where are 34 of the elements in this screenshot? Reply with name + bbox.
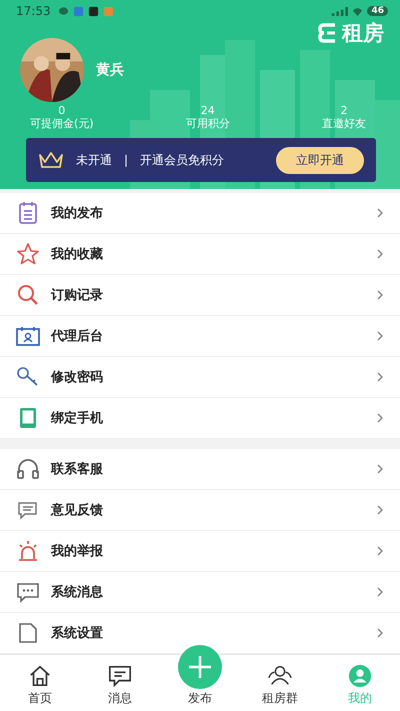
chevron-icon <box>376 207 384 220</box>
chevron-icon <box>376 586 384 598</box>
menu-item[interactable]: 绑定手机 <box>0 398 400 440</box>
headset-icon <box>16 457 40 482</box>
chevron-icon <box>376 330 384 342</box>
alarm-icon <box>16 539 40 564</box>
clipboard-icon <box>16 201 40 226</box>
search-icon <box>16 283 40 308</box>
chevron-icon <box>376 248 384 260</box>
chevron-icon <box>376 289 384 302</box>
star-icon <box>16 242 40 266</box>
menu-item[interactable]: 我的举报 <box>0 531 400 572</box>
home-icon <box>28 664 52 688</box>
chevron-icon <box>376 504 384 516</box>
message-icon <box>16 580 40 604</box>
menu-item[interactable]: 我的收藏 <box>0 234 400 276</box>
chevron-icon <box>376 545 384 558</box>
message-icon <box>108 664 132 688</box>
tab-item[interactable]: 消息 <box>80 655 160 711</box>
menu-item[interactable]: 系统消息 <box>0 572 400 614</box>
chevron-icon <box>376 627 384 640</box>
user-icon <box>348 664 372 688</box>
menu-item[interactable]: 联系客服 <box>0 449 400 490</box>
menu-item[interactable]: 意见反馈 <box>0 490 400 532</box>
chevron-icon <box>376 412 384 424</box>
chevron-icon <box>376 371 384 384</box>
menu-item[interactable]: 修改密码 <box>0 357 400 398</box>
menu-item[interactable]: 我的发布 <box>0 193 400 234</box>
tab-item[interactable]: 租房群 <box>240 655 320 711</box>
tab-item[interactable]: 首页 <box>0 655 80 711</box>
chevron-icon <box>376 463 384 476</box>
calendar-icon <box>16 324 40 348</box>
menu-item[interactable]: 代理后台 <box>0 316 400 358</box>
menu-item[interactable]: 订购记录 <box>0 275 400 316</box>
